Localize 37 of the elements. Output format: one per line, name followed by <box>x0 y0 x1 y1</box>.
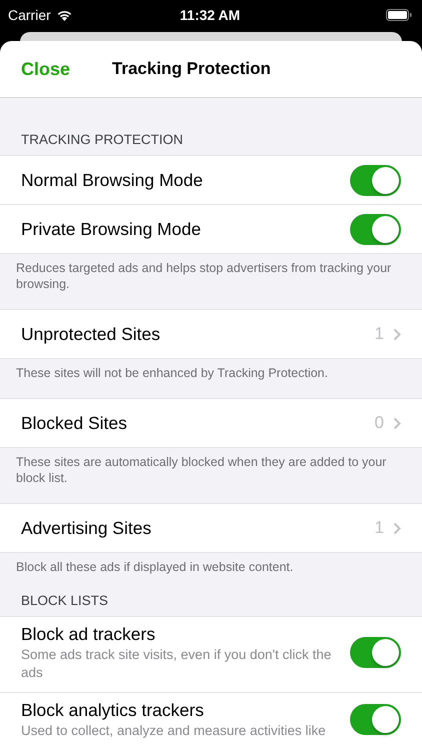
row-title: Block analytics trackers <box>21 699 204 721</box>
settings-row[interactable]: Blocked Sites 0 <box>0 399 422 447</box>
wifi-icon <box>56 9 73 21</box>
row-title: Blocked Sites <box>21 412 128 434</box>
row-description: Some ads track site visits, even if you don't click the ads <box>21 646 332 682</box>
row-title: Normal Browsing Mode <box>21 169 203 191</box>
settings-row[interactable]: Private Browsing Mode <box>0 204 422 253</box>
section-footer: These sites will not be enhanced by Tracking Protection. <box>0 359 422 398</box>
section-header: BLOCK LISTS <box>20 592 110 610</box>
section-footer: These sites are automatically blocked when they are added to your block list. <box>0 448 422 503</box>
settings-row[interactable]: Unprotected Sites 1 <box>0 310 422 358</box>
status-time: 11:32 AM <box>180 7 240 23</box>
row-value: 1 <box>374 518 384 538</box>
page-title: Tracking Protection <box>112 59 271 79</box>
row-title: Advertising Sites <box>21 517 152 539</box>
settings-row[interactable]: Block ad trackers Some ads track site visits, even if you don't click the ads <box>0 617 422 692</box>
carrier-name: Carrier <box>8 7 51 23</box>
chevron-icon <box>393 416 401 430</box>
battery-icon <box>386 9 412 21</box>
row-title: Unprotected Sites <box>21 323 160 345</box>
toggle-switch[interactable] <box>350 214 401 244</box>
toggle-switch[interactable] <box>350 704 401 735</box>
toggle-switch[interactable] <box>350 637 401 668</box>
settings-row[interactable]: Advertising Sites 1 <box>0 504 422 552</box>
row-description: Used to collect, analyze and measure activities like <box>21 722 326 740</box>
row-title: Block ad trackers <box>21 623 156 645</box>
toggle-switch[interactable] <box>350 164 401 196</box>
section-footer: Block all these ads if displayed in website content. <box>0 553 422 592</box>
settings-row[interactable]: Block analytics trackers Used to collect, analyze and measure activities like <box>0 692 422 750</box>
row-value: 1 <box>374 324 384 344</box>
row-title: Private Browsing Mode <box>21 218 201 240</box>
chevron-icon <box>393 522 401 534</box>
section-footer: Reduces targeted ads and helps stop advertisers from tracking your browsing. <box>0 254 422 309</box>
settings-row[interactable]: Normal Browsing Mode <box>0 156 422 204</box>
chevron-icon <box>393 328 401 340</box>
row-value: 0 <box>374 413 384 433</box>
section-header: TRACKING PROTECTION <box>20 131 184 149</box>
